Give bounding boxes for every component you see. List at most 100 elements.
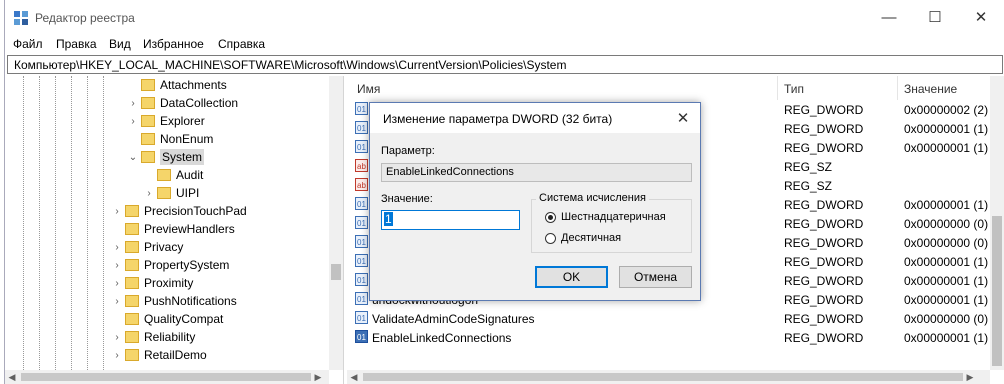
menu-view[interactable]: Вид bbox=[109, 37, 131, 51]
maximize-button[interactable]: ☐ bbox=[912, 0, 958, 34]
tree-item-precisiontouchpad[interactable]: › PrecisionTouchPad bbox=[109, 202, 247, 220]
value-data: 0x00000001 (1) bbox=[904, 198, 989, 212]
scrollbar-thumb[interactable] bbox=[363, 373, 963, 381]
chevron-right-icon[interactable]: › bbox=[109, 260, 125, 271]
chevron-right-icon[interactable]: › bbox=[125, 116, 141, 127]
folder-icon bbox=[125, 295, 139, 307]
chevron-right-icon[interactable]: › bbox=[141, 188, 157, 199]
menu-bar: Файл Правка Вид Избранное Справка bbox=[5, 34, 1004, 54]
cancel-button[interactable]: Отмена bbox=[619, 266, 692, 288]
scroll-right-icon[interactable]: ▶ bbox=[963, 372, 977, 383]
scrollbar-thumb[interactable] bbox=[21, 373, 311, 381]
minimize-button[interactable]: — bbox=[866, 0, 912, 34]
chevron-right-icon[interactable]: › bbox=[109, 242, 125, 253]
radio-dec-label: Десятичная bbox=[561, 232, 622, 244]
dialog-title-bar: Изменение параметра DWORD (32 бита) ✕ bbox=[370, 103, 700, 133]
folder-icon bbox=[125, 331, 139, 343]
tree-item-system[interactable]: ⌄ System bbox=[125, 148, 205, 166]
chevron-right-icon[interactable]: › bbox=[109, 278, 125, 289]
value-type: REG_DWORD bbox=[784, 103, 864, 117]
menu-favorites[interactable]: Избранное bbox=[143, 37, 204, 51]
value-name: EnableLinkedConnections bbox=[372, 331, 512, 345]
tree-item-label: Attachments bbox=[160, 78, 227, 92]
ok-button[interactable]: OK bbox=[535, 266, 608, 288]
list-row[interactable]: 01 ValidateAdminCodeSignatures REG_DWORD… bbox=[347, 309, 990, 328]
tree-item-explorer[interactable]: › Explorer bbox=[125, 112, 204, 130]
tree-item-attachments[interactable]: Attachments bbox=[125, 76, 227, 94]
column-header-name[interactable]: Имя bbox=[357, 82, 380, 96]
folder-icon bbox=[141, 97, 155, 109]
chevron-down-icon[interactable]: ⌄ bbox=[125, 152, 141, 163]
list-row[interactable]: 01 EnableLinkedConnections REG_DWORD 0x0… bbox=[347, 328, 990, 347]
tree-item-proximity[interactable]: › Proximity bbox=[109, 274, 193, 292]
folder-icon bbox=[157, 187, 171, 199]
chevron-right-icon[interactable]: › bbox=[125, 98, 141, 109]
column-header-value[interactable]: Значение bbox=[904, 82, 957, 96]
folder-icon bbox=[125, 277, 139, 289]
tree-item-label: Proximity bbox=[144, 276, 194, 290]
param-label: Параметр: bbox=[381, 145, 435, 157]
radio-decimal[interactable]: Десятичная bbox=[545, 232, 621, 244]
radio-hexadecimal[interactable]: Шестнадцатеричная bbox=[545, 211, 666, 223]
menu-edit[interactable]: Правка bbox=[56, 37, 97, 51]
binary-value-icon: 01 bbox=[355, 330, 368, 343]
tree-item-label: System bbox=[160, 149, 205, 165]
close-button[interactable]: ✕ bbox=[958, 0, 1004, 34]
column-separator[interactable] bbox=[777, 76, 778, 100]
scroll-left-icon[interactable]: ◀ bbox=[347, 372, 361, 383]
folder-icon bbox=[125, 241, 139, 253]
column-separator[interactable] bbox=[897, 76, 898, 100]
value-name: ValidateAdminCodeSignatures bbox=[372, 312, 535, 326]
value-type: REG_DWORD bbox=[784, 198, 864, 212]
value-data: 0x00000001 (1) bbox=[904, 122, 989, 136]
value-data: 0x00000001 (1) bbox=[904, 274, 989, 288]
scrollbar-thumb[interactable] bbox=[331, 264, 341, 280]
chevron-right-icon[interactable]: › bbox=[109, 296, 125, 307]
address-bar[interactable]: Компьютер\HKEY_LOCAL_MACHINE\SOFTWARE\Mi… bbox=[7, 55, 1003, 74]
tree-item-retaildemo[interactable]: › RetailDemo bbox=[109, 346, 207, 364]
chevron-right-icon[interactable]: › bbox=[109, 206, 125, 217]
dialog-close-button[interactable]: ✕ bbox=[666, 103, 700, 133]
tree-item-audit[interactable]: Audit bbox=[141, 166, 203, 184]
chevron-right-icon[interactable]: › bbox=[109, 350, 125, 361]
tree-item-reliability[interactable]: › Reliability bbox=[109, 328, 195, 346]
value-type: REG_SZ bbox=[784, 160, 833, 174]
chevron-right-icon[interactable]: › bbox=[109, 332, 125, 343]
tree-item-qualitycompat[interactable]: QualityCompat bbox=[109, 310, 223, 328]
radio-unselected-icon[interactable] bbox=[545, 232, 556, 244]
binary-value-icon: 01 bbox=[355, 121, 368, 134]
tree-item-datacollection[interactable]: › DataCollection bbox=[125, 94, 238, 112]
list-vertical-scrollbar[interactable] bbox=[990, 76, 1004, 370]
value-type: REG_DWORD bbox=[784, 312, 864, 326]
scroll-right-icon[interactable]: ▶ bbox=[311, 372, 325, 383]
tree-item-label: Reliability bbox=[144, 330, 196, 344]
value-input[interactable]: 1 bbox=[381, 210, 520, 230]
folder-icon bbox=[141, 133, 155, 145]
value-data: 0x00000001 (1) bbox=[904, 293, 989, 307]
tree-item-label: PrecisionTouchPad bbox=[144, 204, 247, 218]
menu-file[interactable]: Файл bbox=[13, 37, 43, 51]
folder-icon bbox=[125, 259, 139, 271]
menu-help[interactable]: Справка bbox=[218, 37, 265, 51]
param-name-field: EnableLinkedConnections bbox=[381, 163, 692, 182]
tree-vertical-scrollbar[interactable] bbox=[329, 76, 343, 370]
tree-item-label: Privacy bbox=[144, 240, 184, 254]
tree-item-pushnotifications[interactable]: › PushNotifications bbox=[109, 292, 236, 310]
tree-item-propertysystem[interactable]: › PropertySystem bbox=[109, 256, 229, 274]
radio-selected-icon[interactable] bbox=[545, 211, 556, 223]
edit-dword-dialog: Изменение параметра DWORD (32 бита) ✕ Па… bbox=[369, 102, 701, 301]
tree-item-nonenum[interactable]: NonEnum bbox=[125, 130, 213, 148]
scroll-left-icon[interactable]: ◀ bbox=[5, 372, 19, 383]
tree-item-uipi[interactable]: › UIPI bbox=[141, 184, 199, 202]
radio-hex-label: Шестнадцатеричная bbox=[561, 211, 666, 223]
list-horizontal-scrollbar[interactable]: ◀ ▶ bbox=[347, 370, 990, 384]
tree-horizontal-scrollbar[interactable]: ◀ ▶ bbox=[5, 370, 329, 384]
list-header: Имя Тип Значение bbox=[347, 76, 990, 100]
value-data: 0x00000002 (2) bbox=[904, 103, 989, 117]
tree-item-previewhandlers[interactable]: PreviewHandlers bbox=[109, 220, 235, 238]
scrollbar-thumb[interactable] bbox=[992, 216, 1002, 366]
tree-item-label: RetailDemo bbox=[144, 348, 207, 362]
value-type: REG_SZ bbox=[784, 179, 833, 193]
tree-item-privacy[interactable]: › Privacy bbox=[109, 238, 183, 256]
column-header-type[interactable]: Тип bbox=[784, 82, 804, 96]
